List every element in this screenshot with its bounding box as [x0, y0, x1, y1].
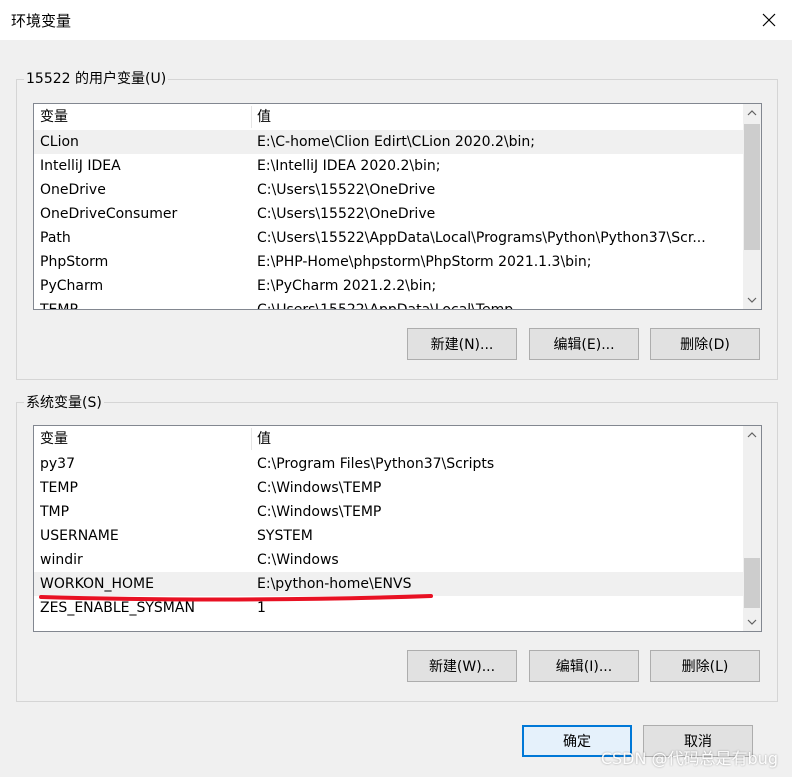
- variable-name: OneDrive: [40, 182, 106, 198]
- chevron-down-icon: [747, 619, 757, 625]
- column-divider[interactable]: [251, 428, 252, 450]
- user-vars-list[interactable]: 变量 值 CLion E:\C-home\Clion Edirt\CLion 20…: [33, 103, 762, 310]
- variable-name: Path: [40, 230, 71, 246]
- table-row[interactable]: PhpStorm E:\PHP-Home\phpstorm\PhpStorm 20…: [34, 250, 743, 274]
- variable-name: PyCharm: [40, 278, 104, 294]
- scroll-thumb[interactable]: [744, 124, 760, 250]
- column-header-value[interactable]: 值: [257, 426, 271, 452]
- variable-value: C:\Users\15522\AppData\Local\Temp: [257, 298, 739, 309]
- variable-name: PhpStorm: [40, 254, 109, 270]
- column-header-variable[interactable]: 变量: [40, 104, 68, 130]
- table-row[interactable]: CLion E:\C-home\Clion Edirt\CLion 2020.2\…: [34, 130, 743, 154]
- column-header-variable[interactable]: 变量: [40, 426, 68, 452]
- table-row[interactable]: IntelliJ IDEA E:\IntelliJ IDEA 2020.2\bin…: [34, 154, 743, 178]
- table-row[interactable]: USERNAME SYSTEM: [34, 524, 743, 548]
- user-new-button[interactable]: 新建(N)...: [407, 328, 517, 360]
- system-delete-button[interactable]: 删除(L): [650, 650, 760, 682]
- window-title: 环境变量: [11, 12, 72, 30]
- variable-name: OneDriveConsumer: [40, 206, 178, 222]
- vertical-scrollbar[interactable]: [743, 426, 761, 631]
- chevron-up-icon: [747, 432, 757, 438]
- variable-value: C:\Users\15522\AppData\Local\Programs\Py…: [257, 230, 706, 246]
- scroll-up-button[interactable]: [743, 426, 761, 444]
- close-button[interactable]: [746, 0, 792, 40]
- table-row[interactable]: OneDrive C:\Users\15522\OneDrive: [34, 178, 743, 202]
- user-delete-button[interactable]: 删除(D): [650, 328, 760, 360]
- variable-name: CLion: [40, 134, 79, 150]
- variable-value: C:\Windows: [257, 552, 339, 568]
- scroll-down-button[interactable]: [743, 291, 761, 309]
- system-new-button[interactable]: 新建(W)...: [407, 650, 517, 682]
- user-edit-button[interactable]: 编辑(E)...: [529, 328, 639, 360]
- table-row[interactable]: TEMP C:\Windows\TEMP: [34, 476, 743, 500]
- variable-value: E:\PHP-Home\phpstorm\PhpStorm 2021.1.3\b…: [257, 254, 592, 270]
- variable-name: TEMP: [40, 298, 245, 309]
- vertical-scrollbar[interactable]: [743, 104, 761, 309]
- variable-value: C:\Users\15522\OneDrive: [257, 206, 436, 222]
- chevron-up-icon: [747, 110, 757, 116]
- table-row[interactable]: TEMP C:\Users\15522\AppData\Local\Temp: [34, 298, 743, 309]
- variable-value: E:\PyCharm 2021.2.2\bin;: [257, 278, 437, 294]
- variable-name: TMP: [40, 504, 70, 520]
- chevron-down-icon: [747, 297, 757, 303]
- table-row[interactable]: TMP C:\Windows\TEMP: [34, 500, 743, 524]
- variable-name: USERNAME: [40, 528, 119, 544]
- variable-value: E:\IntelliJ IDEA 2020.2\bin;: [257, 158, 441, 174]
- variable-name: IntelliJ IDEA: [40, 158, 121, 174]
- list-header: 变量 值: [34, 426, 743, 452]
- red-underline-annotation: [39, 594, 433, 602]
- list-rows: py37 C:\Program Files\Python37\Scripts TEM…: [34, 452, 743, 631]
- column-header-value[interactable]: 值: [257, 104, 271, 130]
- variable-value: C:\Program Files\Python37\Scripts: [257, 456, 495, 472]
- variable-value: C:\Windows\TEMP: [257, 480, 382, 496]
- table-row[interactable]: Path C:\Users\15522\AppData\Local\Program…: [34, 226, 743, 250]
- column-divider[interactable]: [251, 106, 252, 128]
- list-header: 变量 值: [34, 104, 743, 130]
- scroll-thumb[interactable]: [744, 558, 760, 608]
- variable-value: C:\Users\15522\OneDrive: [257, 182, 436, 198]
- user-vars-label: 15522 的用户变量(U): [24, 70, 169, 88]
- list-rows: CLion E:\C-home\Clion Edirt\CLion 2020.2\…: [34, 130, 743, 309]
- variable-name: TEMP: [40, 480, 78, 496]
- csdn-watermark: CSDN @代码总是有bug: [600, 749, 778, 768]
- table-row[interactable]: OneDriveConsumer C:\Users\15522\OneDrive: [34, 202, 743, 226]
- close-icon: [762, 13, 776, 27]
- variable-name: py37: [40, 456, 75, 472]
- table-row[interactable]: windir C:\Windows: [34, 548, 743, 572]
- system-edit-button[interactable]: 编辑(I)...: [529, 650, 639, 682]
- table-row[interactable]: py37 C:\Program Files\Python37\Scripts: [34, 452, 743, 476]
- title-bar: 环境变量: [0, 0, 792, 40]
- variable-name: windir: [40, 552, 83, 568]
- table-row[interactable]: PyCharm E:\PyCharm 2021.2.2\bin;: [34, 274, 743, 298]
- system-vars-label: 系统变量(S): [24, 394, 104, 412]
- scroll-up-button[interactable]: [743, 104, 761, 122]
- scroll-down-button[interactable]: [743, 613, 761, 631]
- variable-value: SYSTEM: [257, 528, 313, 544]
- variable-value: C:\Windows\TEMP: [257, 504, 382, 520]
- variable-value: E:\C-home\Clion Edirt\CLion 2020.2\bin;: [257, 134, 535, 150]
